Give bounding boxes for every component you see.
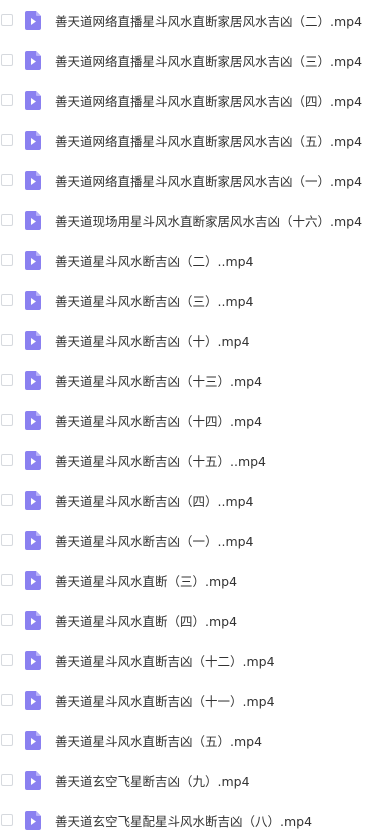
file-checkbox[interactable] <box>1 814 13 826</box>
file-row[interactable]: 善天道星斗风水直断（四）.mp4 <box>0 600 382 640</box>
file-checkbox[interactable] <box>1 94 13 106</box>
file-row[interactable]: 善天道星斗风水直断（三）.mp4 <box>0 560 382 600</box>
file-name[interactable]: 善天道星斗风水断吉凶（十五）..mp4 <box>55 451 266 470</box>
file-checkbox[interactable] <box>1 334 13 346</box>
file-checkbox[interactable] <box>1 214 13 226</box>
video-file-icon <box>25 130 41 150</box>
file-checkbox[interactable] <box>1 774 13 786</box>
file-row[interactable]: 善天道星斗风水断吉凶（十三）.mp4 <box>0 360 382 400</box>
file-checkbox[interactable] <box>1 294 13 306</box>
file-checkbox[interactable] <box>1 734 13 746</box>
file-row[interactable]: 善天道星斗风水断吉凶（十）.mp4 <box>0 320 382 360</box>
video-file-icon <box>25 570 41 590</box>
file-name[interactable]: 善天道星斗风水直断吉凶（十一）.mp4 <box>55 691 275 710</box>
file-row[interactable]: 善天道网络直播星斗风水直断家居风水吉凶（三）.mp4 <box>0 40 382 80</box>
video-file-icon <box>25 90 41 110</box>
file-name[interactable]: 善天道星斗风水直断（四）.mp4 <box>55 611 237 630</box>
video-file-icon <box>25 610 41 630</box>
video-file-icon <box>25 410 41 430</box>
video-file-icon <box>25 530 41 550</box>
file-row[interactable]: 善天道星斗风水断吉凶（一）..mp4 <box>0 520 382 560</box>
file-row[interactable]: 善天道星斗风水断吉凶（十五）..mp4 <box>0 440 382 480</box>
file-name[interactable]: 善天道星斗风水断吉凶（四）..mp4 <box>55 491 254 510</box>
file-name[interactable]: 善天道星斗风水断吉凶（一）..mp4 <box>55 531 254 550</box>
video-file-icon <box>25 450 41 470</box>
file-checkbox[interactable] <box>1 694 13 706</box>
video-file-icon <box>25 690 41 710</box>
video-file-icon <box>25 770 41 790</box>
file-checkbox[interactable] <box>1 574 13 586</box>
file-row[interactable]: 善天道星斗风水断吉凶（三）..mp4 <box>0 280 382 320</box>
file-name[interactable]: 善天道网络直播星斗风水直断家居风水吉凶（四）.mp4 <box>55 91 362 110</box>
file-row[interactable]: 善天道网络直播星斗风水直断家居风水吉凶（四）.mp4 <box>0 80 382 120</box>
video-file-icon <box>25 650 41 670</box>
file-row[interactable]: 善天道现场用星斗风水直断家居风水吉凶（十六）.mp4 <box>0 200 382 240</box>
file-checkbox[interactable] <box>1 654 13 666</box>
video-file-icon <box>25 330 41 350</box>
file-row[interactable]: 善天道网络直播星斗风水直断家居风水吉凶（五）.mp4 <box>0 120 382 160</box>
video-file-icon <box>25 290 41 310</box>
file-checkbox[interactable] <box>1 374 13 386</box>
file-name[interactable]: 善天道网络直播星斗风水直断家居风水吉凶（五）.mp4 <box>55 131 362 150</box>
video-file-icon <box>25 810 41 830</box>
file-row[interactable]: 善天道星斗风水断吉凶（十四）.mp4 <box>0 400 382 440</box>
file-name[interactable]: 善天道网络直播星斗风水直断家居风水吉凶（一）.mp4 <box>55 171 362 190</box>
video-file-icon <box>25 50 41 70</box>
file-name[interactable]: 善天道星斗风水断吉凶（十）.mp4 <box>55 331 250 350</box>
file-checkbox[interactable] <box>1 494 13 506</box>
file-row[interactable]: 善天道网络直播星斗风水直断家居风水吉凶（一）.mp4 <box>0 160 382 200</box>
video-file-icon <box>25 370 41 390</box>
file-row[interactable]: 善天道星斗风水断吉凶（二）..mp4 <box>0 240 382 280</box>
file-name[interactable]: 善天道玄空飞星断吉凶（九）.mp4 <box>55 771 250 790</box>
file-checkbox[interactable] <box>1 54 13 66</box>
file-checkbox[interactable] <box>1 174 13 186</box>
file-list: 善天道网络直播星斗风水直断家居风水吉凶（二）.mp4 善天道网络直播星斗风水直断家… <box>0 0 382 840</box>
file-name[interactable]: 善天道星斗风水断吉凶（三）..mp4 <box>55 291 254 310</box>
file-checkbox[interactable] <box>1 614 13 626</box>
file-checkbox[interactable] <box>1 254 13 266</box>
file-checkbox[interactable] <box>1 14 13 26</box>
video-file-icon <box>25 250 41 270</box>
file-name[interactable]: 善天道星斗风水直断（三）.mp4 <box>55 571 237 590</box>
file-name[interactable]: 善天道星斗风水直断吉凶（五）.mp4 <box>55 731 262 750</box>
file-checkbox[interactable] <box>1 134 13 146</box>
file-row[interactable]: 善天道星斗风水断吉凶（四）..mp4 <box>0 480 382 520</box>
video-file-icon <box>25 210 41 230</box>
video-file-icon <box>25 170 41 190</box>
video-file-icon <box>25 730 41 750</box>
file-name[interactable]: 善天道星斗风水断吉凶（十四）.mp4 <box>55 411 262 430</box>
video-file-icon <box>25 490 41 510</box>
file-checkbox[interactable] <box>1 414 13 426</box>
file-name[interactable]: 善天道网络直播星斗风水直断家居风水吉凶（二）.mp4 <box>55 11 362 30</box>
file-checkbox[interactable] <box>1 534 13 546</box>
file-name[interactable]: 善天道星斗风水直断吉凶（十二）.mp4 <box>55 651 275 670</box>
file-checkbox[interactable] <box>1 454 13 466</box>
file-name[interactable]: 善天道现场用星斗风水直断家居风水吉凶（十六）.mp4 <box>55 211 362 230</box>
file-name[interactable]: 善天道星斗风水断吉凶（二）..mp4 <box>55 251 254 270</box>
file-name[interactable]: 善天道星斗风水断吉凶（十三）.mp4 <box>55 371 262 390</box>
file-row[interactable]: 善天道玄空飞星断吉凶（九）.mp4 <box>0 760 382 800</box>
file-row[interactable]: 善天道网络直播星斗风水直断家居风水吉凶（二）.mp4 <box>0 0 382 40</box>
file-row[interactable]: 善天道玄空飞星配星斗风水断吉凶（八）.mp4 <box>0 800 382 840</box>
file-name[interactable]: 善天道玄空飞星配星斗风水断吉凶（八）.mp4 <box>55 811 312 830</box>
video-file-icon <box>25 10 41 30</box>
file-name[interactable]: 善天道网络直播星斗风水直断家居风水吉凶（三）.mp4 <box>55 51 362 70</box>
file-row[interactable]: 善天道星斗风水直断吉凶（十一）.mp4 <box>0 680 382 720</box>
file-row[interactable]: 善天道星斗风水直断吉凶（十二）.mp4 <box>0 640 382 680</box>
file-row[interactable]: 善天道星斗风水直断吉凶（五）.mp4 <box>0 720 382 760</box>
